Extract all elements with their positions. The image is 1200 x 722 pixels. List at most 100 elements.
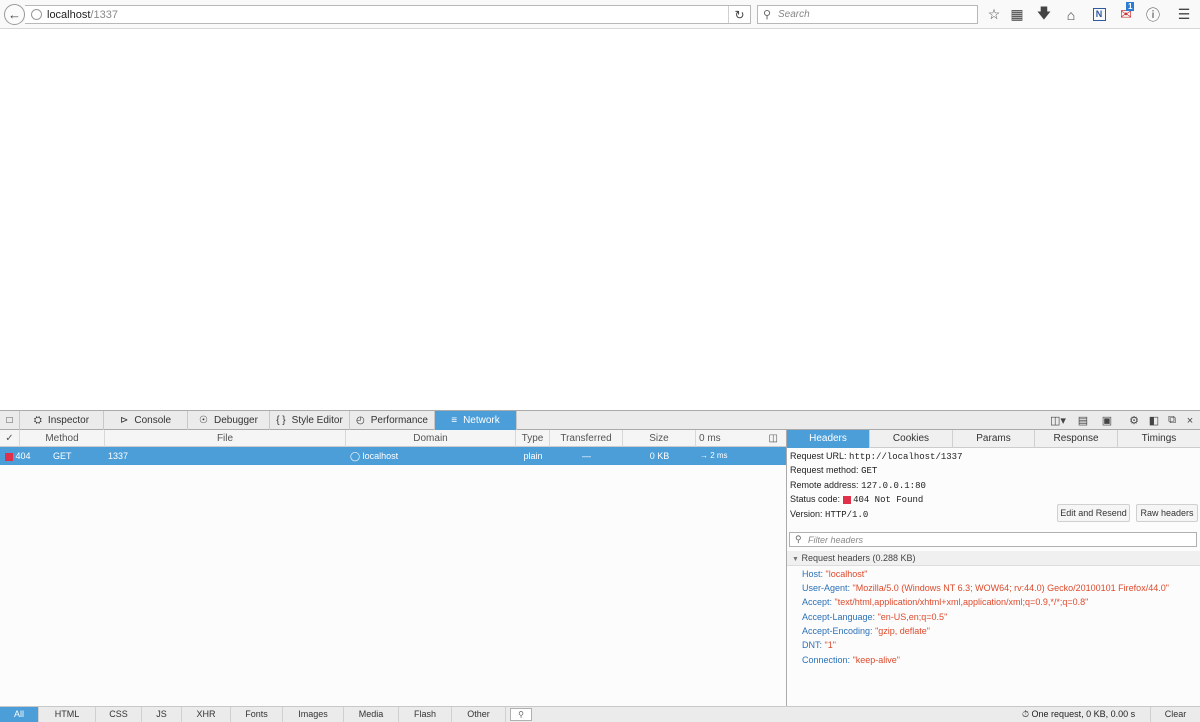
extension-n-icon[interactable]: N	[1089, 5, 1109, 24]
header-value: "en-US,en;q=0.5"	[877, 612, 948, 622]
url-bar[interactable]: localhost/1337 ↻	[25, 5, 751, 24]
header-value: "keep-alive"	[852, 655, 900, 665]
tab-console[interactable]: ⊳ Console	[104, 411, 188, 430]
tab-label: Network	[463, 415, 500, 426]
tab-params[interactable]: Params	[953, 430, 1035, 448]
waterfall-label: 0 ms	[699, 433, 721, 444]
tab-timings[interactable]: Timings	[1118, 430, 1200, 448]
header-key: Connection:	[802, 655, 851, 665]
back-arrow-icon[interactable]: ←	[4, 4, 25, 25]
column-waterfall[interactable]: 0 ms ◫	[696, 430, 786, 447]
request-details-panel: Headers Cookies Params Response Timings …	[787, 430, 1200, 706]
header-row[interactable]: Host: "localhost"	[802, 569, 867, 579]
pick-element-icon[interactable]: □	[0, 411, 20, 430]
request-url-label: Request URL:	[790, 451, 847, 461]
request-url-line: Request URL: http://localhost/1337	[790, 451, 962, 462]
filter-all-button[interactable]: All	[0, 707, 39, 722]
header-key: Accept-Encoding:	[802, 626, 873, 636]
header-key: Accept:	[802, 597, 833, 607]
column-file[interactable]: File	[105, 430, 346, 447]
tab-inspector[interactable]: ⛭ Inspector	[20, 411, 104, 430]
summary-text: One request, 0 KB, 0.00 s	[1031, 709, 1136, 719]
tab-headers[interactable]: Headers	[787, 430, 870, 448]
clear-button[interactable]: Clear	[1150, 707, 1200, 722]
debugger-icon: ☉	[199, 415, 209, 426]
header-row[interactable]: Connection: "keep-alive"	[802, 655, 900, 665]
filter-js-button[interactable]: JS	[142, 707, 182, 722]
filter-headers-input[interactable]: ⚲ Filter headers	[789, 532, 1197, 547]
file-cell: 1337	[108, 451, 129, 461]
table-row[interactable]: 404 GET 1337 ◯ localhost plain — 0 KB → …	[0, 447, 786, 465]
devtools-panel: □ ⛭ Inspector ⊳ Console ☉ Debugger { } Style…	[0, 410, 1200, 722]
network-icon: ≡	[451, 415, 458, 426]
tab-response[interactable]: Response	[1035, 430, 1118, 448]
timing-cell: → 2 ms	[700, 451, 728, 460]
settings-gear-icon[interactable]: ⚙	[1126, 413, 1142, 428]
header-row[interactable]: User-Agent: "Mozilla/5.0 (Windows NT 6.3…	[802, 583, 1169, 593]
method-cell: GET	[53, 451, 72, 461]
header-value: "Mozilla/5.0 (Windows NT 6.3; WOW64; rv:…	[852, 583, 1169, 593]
status-indicator-icon	[842, 495, 851, 504]
search-icon: ⚲	[795, 534, 802, 544]
tab-style-editor[interactable]: { } Style Editor	[270, 411, 350, 430]
filter-flash-button[interactable]: Flash	[399, 707, 452, 722]
header-row[interactable]: Accept: "text/html,application/xhtml+xml…	[802, 597, 1088, 607]
site-identity-icon[interactable]	[31, 9, 42, 20]
request-list-empty-area	[0, 465, 786, 706]
column-transferred[interactable]: Transferred	[550, 430, 623, 447]
filter-other-button[interactable]: Other	[452, 707, 506, 722]
raw-headers-button[interactable]: Raw headers	[1136, 504, 1198, 522]
edit-and-resend-button[interactable]: Edit and Resend	[1057, 504, 1130, 522]
filter-media-button[interactable]: Media	[344, 707, 399, 722]
responsive-mode-icon[interactable]: ▣	[1098, 413, 1116, 428]
header-row[interactable]: DNT: "1"	[802, 640, 836, 650]
bookmark-star-icon[interactable]: ☆	[984, 5, 1004, 24]
request-headers-section[interactable]: ▼ Request headers (0.288 KB)	[787, 551, 1200, 566]
request-method-line: Request method: GET	[790, 465, 877, 476]
column-type[interactable]: Type	[516, 430, 550, 447]
dock-side-icon[interactable]: ◧	[1147, 413, 1161, 428]
menu-icon[interactable]: ☰	[1174, 5, 1194, 24]
url-host: localhost	[47, 9, 91, 21]
filter-images-button[interactable]: Images	[283, 707, 344, 722]
search-icon: ⚲	[763, 9, 772, 21]
request-summary[interactable]: ⏱ One request, 0 KB, 0.00 s	[1022, 707, 1135, 722]
tab-cookies[interactable]: Cookies	[870, 430, 953, 448]
home-icon[interactable]: ⌂	[1061, 5, 1081, 24]
reading-list-icon[interactable]: ▦	[1007, 5, 1027, 24]
filter-css-button[interactable]: CSS	[96, 707, 142, 722]
downloads-icon[interactable]: 🡇	[1034, 5, 1054, 24]
close-icon[interactable]: ×	[1183, 413, 1197, 428]
status-code-value: 404 Not Found	[853, 495, 924, 505]
column-status[interactable]: ✓	[0, 430, 20, 447]
filter-fonts-button[interactable]: Fonts	[231, 707, 283, 722]
request-method-label: Request method:	[790, 465, 859, 475]
header-value: "localhost"	[825, 569, 868, 579]
filter-placeholder: Filter headers	[808, 535, 864, 545]
dock-bottom-icon[interactable]: ▤	[1074, 413, 1092, 428]
remote-address-label: Remote address:	[790, 480, 859, 490]
header-row[interactable]: Accept-Encoding: "gzip, deflate"	[802, 626, 930, 636]
filter-xhr-button[interactable]: XHR	[182, 707, 231, 722]
undock-window-icon[interactable]: ⧉	[1165, 413, 1179, 428]
column-domain[interactable]: Domain	[346, 430, 516, 447]
column-method[interactable]: Method	[20, 430, 105, 447]
tab-performance[interactable]: ◴ Performance	[350, 411, 435, 430]
filter-url-search-icon[interactable]: ⚲	[510, 708, 532, 721]
triangle-down-icon: ▼	[792, 556, 799, 563]
request-table-header: ✓ Method File Domain Type Transferred Si…	[0, 430, 786, 447]
info-icon[interactable]: ⓘ	[1143, 5, 1163, 24]
tab-network[interactable]: ≡ Network	[435, 411, 517, 430]
mail-icon[interactable]: ✉ 1	[1116, 2, 1136, 24]
tab-debugger[interactable]: ☉ Debugger	[188, 411, 270, 430]
header-row[interactable]: Accept-Language: "en-US,en;q=0.5"	[802, 612, 947, 622]
reload-icon[interactable]: ↻	[728, 6, 750, 23]
status-code-label: Status code:	[790, 494, 841, 504]
filter-html-button[interactable]: HTML	[39, 707, 96, 722]
search-bar[interactable]: ⚲ Search	[757, 5, 978, 24]
split-console-icon[interactable]: ◫▾	[1048, 413, 1068, 428]
column-size[interactable]: Size	[623, 430, 696, 447]
url-text[interactable]: localhost/1337	[47, 9, 118, 21]
request-method-value: GET	[861, 466, 878, 476]
toggle-sidebar-icon[interactable]: ◫	[769, 430, 778, 447]
